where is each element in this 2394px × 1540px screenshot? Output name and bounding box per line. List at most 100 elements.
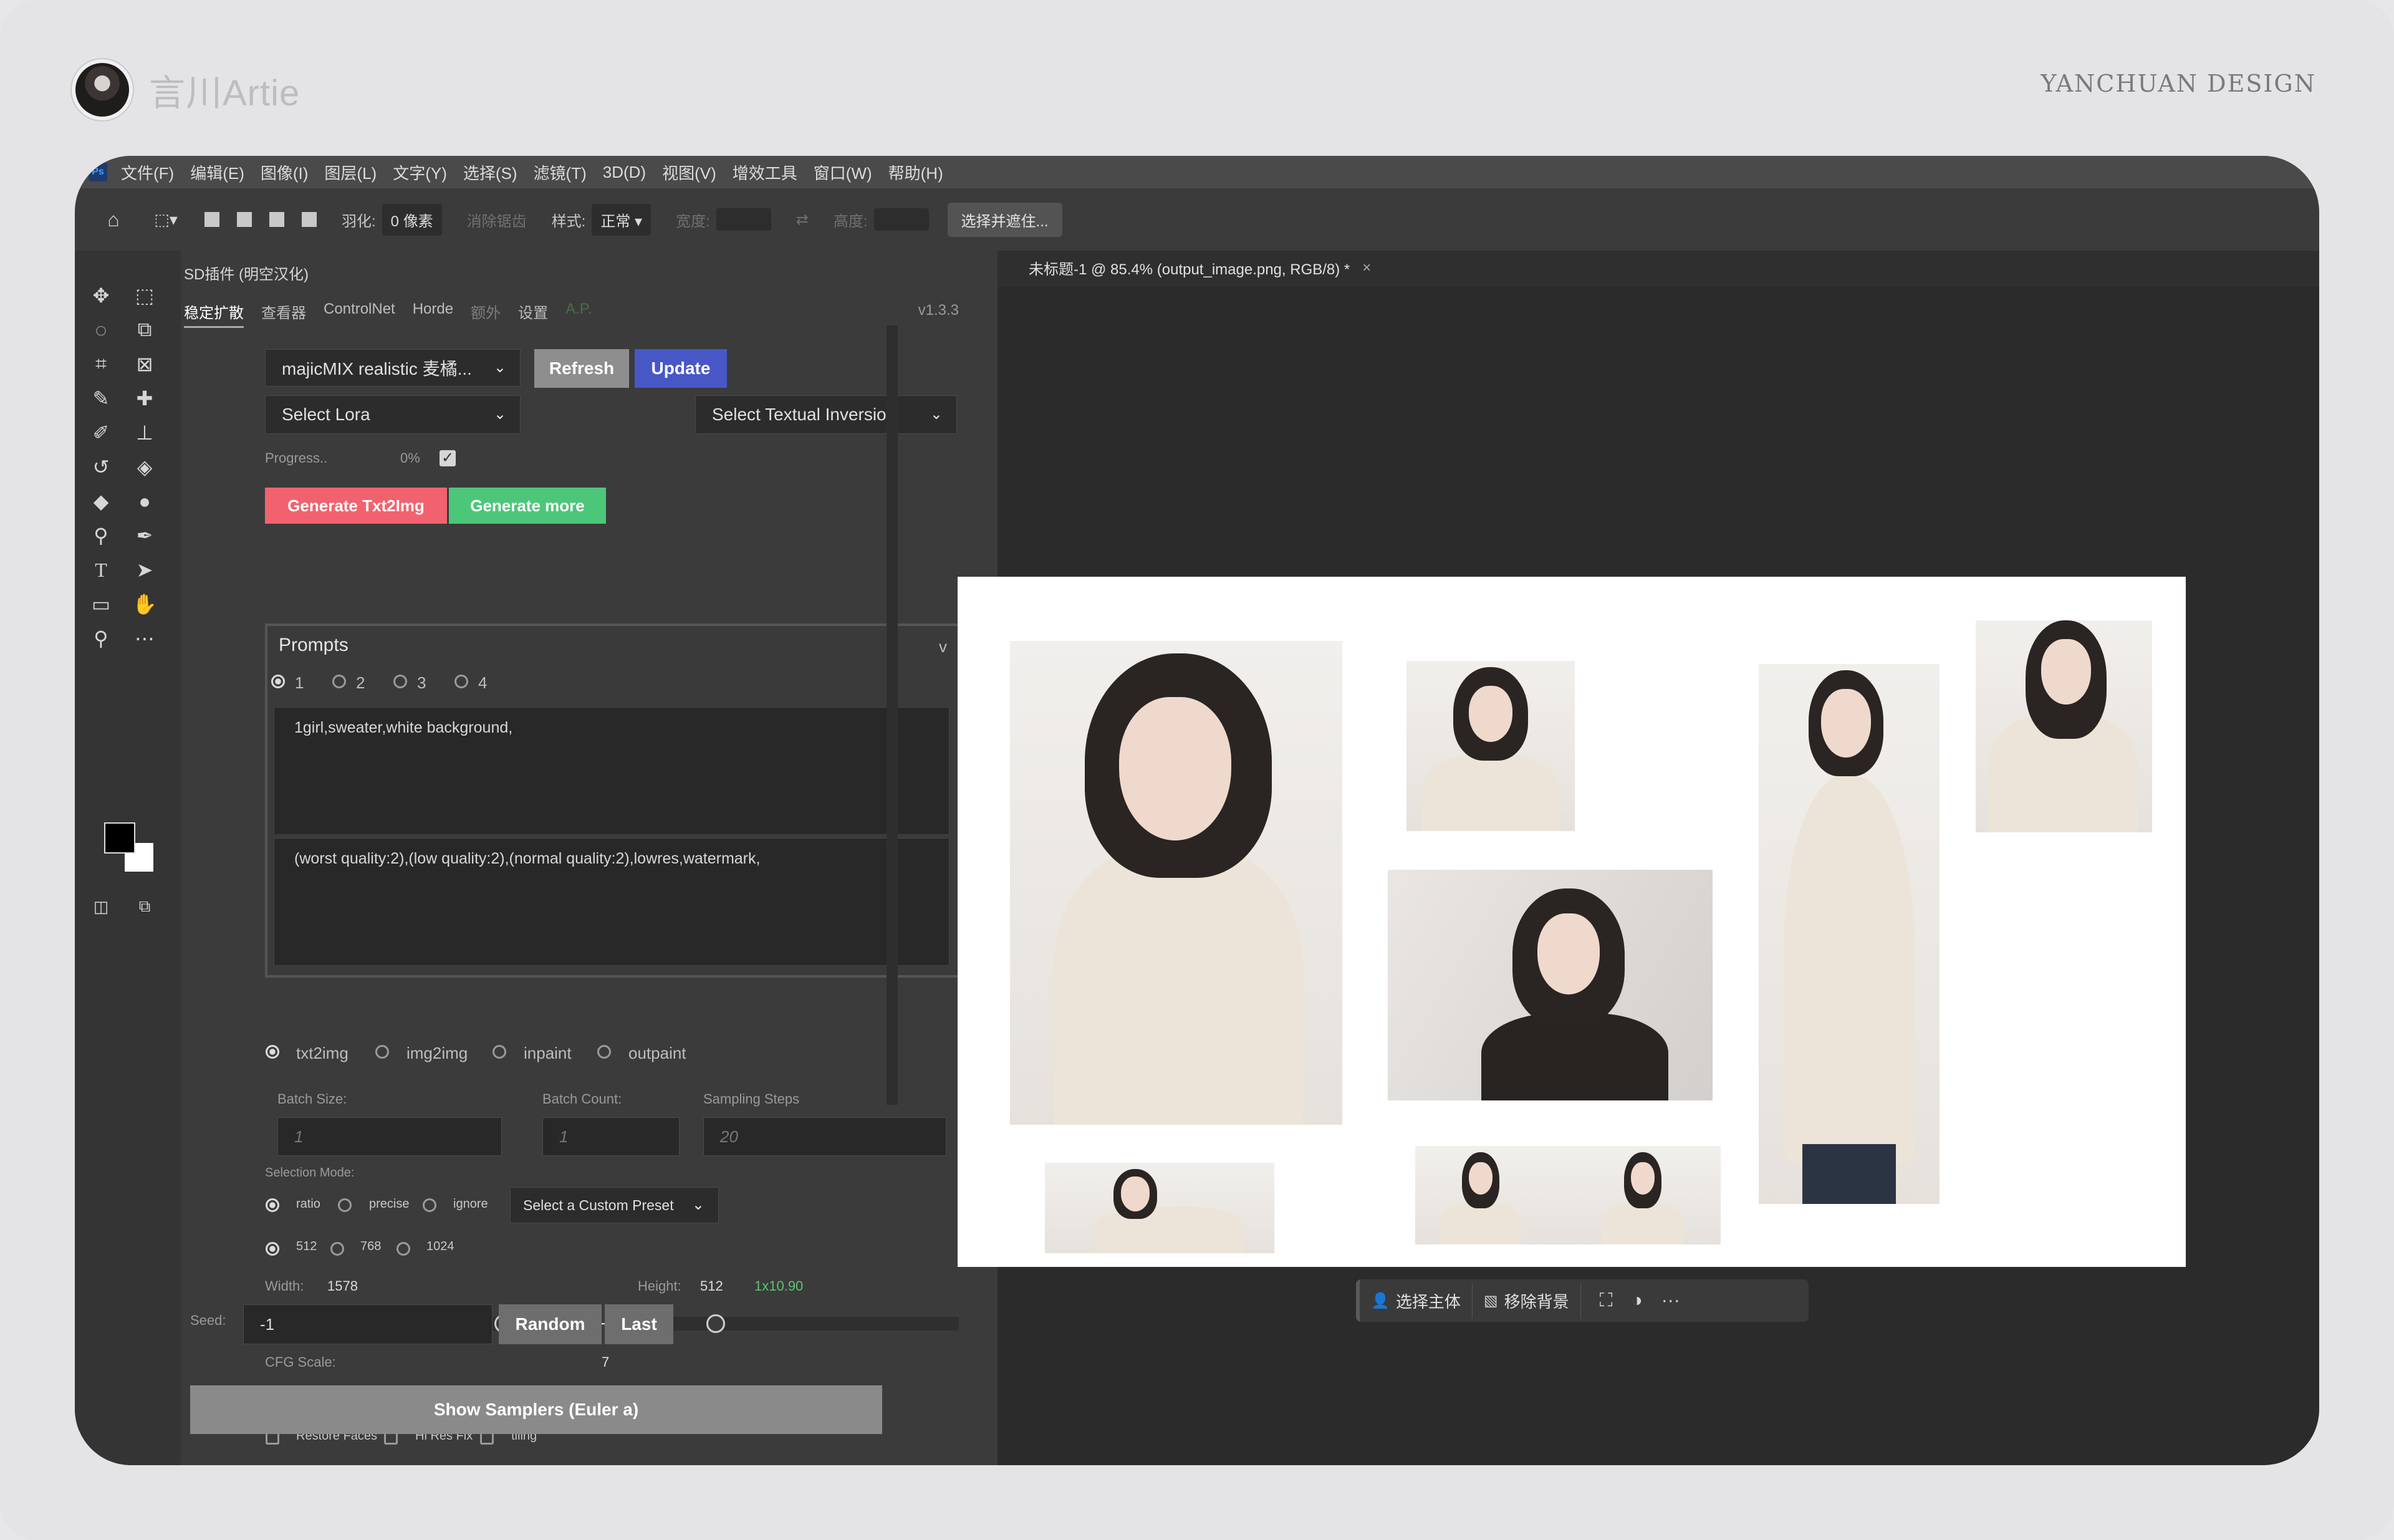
blur-tool-icon[interactable]: ● xyxy=(131,488,158,515)
menu-edit[interactable]: 编辑(E) xyxy=(190,161,244,184)
generated-image-4[interactable] xyxy=(1759,664,1940,1204)
move-tool-icon[interactable]: ✥ xyxy=(87,282,115,309)
panel-scrollbar[interactable] xyxy=(887,325,898,1105)
tab-stable-diffusion[interactable]: 稳定扩散 xyxy=(184,301,244,328)
generated-image-3[interactable] xyxy=(1388,870,1713,1100)
add-selection-icon[interactable] xyxy=(237,212,252,227)
progress-checkbox[interactable]: ✓ xyxy=(440,450,456,466)
healing-brush-icon[interactable]: ✚ xyxy=(131,385,158,412)
refresh-button[interactable]: Refresh xyxy=(534,349,629,388)
generated-image-2[interactable] xyxy=(1406,661,1575,831)
generate-txt2img-button[interactable]: Generate Txt2Img xyxy=(265,488,447,524)
crop-tool-icon[interactable]: ⌗ xyxy=(87,350,115,378)
mode-outpaint-radio[interactable] xyxy=(597,1045,611,1059)
swap-icon[interactable]: ⇄ xyxy=(796,211,809,229)
select-and-mask-button[interactable]: 选择并遮住... xyxy=(947,202,1062,237)
menu-type[interactable]: 文字(Y) xyxy=(393,161,447,184)
eraser-tool-icon[interactable]: ◈ xyxy=(131,453,158,481)
height-input[interactable] xyxy=(873,208,929,231)
generated-image-6[interactable] xyxy=(1045,1163,1274,1253)
height-slider-track[interactable] xyxy=(628,1317,959,1331)
brush-tool-icon[interactable]: ✐ xyxy=(87,419,115,446)
close-icon[interactable]: × xyxy=(1362,259,1371,277)
style-select[interactable]: 正常 ▾ xyxy=(592,203,651,236)
home-icon[interactable]: ⌂ xyxy=(100,206,127,233)
width-input[interactable] xyxy=(716,208,771,231)
foreground-color-swatch[interactable] xyxy=(104,822,135,854)
rectangle-tool-icon[interactable]: ▭ xyxy=(87,590,115,618)
tab-controlnet[interactable]: ControlNet xyxy=(324,301,395,328)
selection-ratio-radio[interactable] xyxy=(266,1198,279,1212)
mode-txt2img-radio[interactable] xyxy=(266,1045,279,1059)
tab-horde[interactable]: Horde xyxy=(413,301,453,328)
path-selection-icon[interactable]: ➤ xyxy=(131,556,158,584)
prompt-radio-1[interactable] xyxy=(271,675,285,688)
mode-inpaint-radio[interactable] xyxy=(493,1045,506,1059)
new-selection-icon[interactable] xyxy=(204,212,219,227)
negative-prompt-textarea[interactable]: (worst quality:2),(low quality:2),(norma… xyxy=(274,838,949,966)
tab-ap[interactable]: A.P. xyxy=(565,301,592,328)
zoom-tool-icon[interactable]: ⚲ xyxy=(87,625,115,652)
random-seed-button[interactable]: Random xyxy=(499,1304,602,1344)
object-selection-icon[interactable]: ⧉ xyxy=(131,316,158,344)
generated-image-7[interactable] xyxy=(1415,1146,1721,1244)
batch-count-input[interactable]: 1 xyxy=(542,1117,680,1156)
transform-icon[interactable]: ⛶ xyxy=(1600,1290,1613,1311)
menu-layer[interactable]: 图层(L) xyxy=(324,161,377,184)
selection-ignore-radio[interactable] xyxy=(423,1198,436,1212)
update-button[interactable]: Update xyxy=(635,349,727,388)
select-subject-button[interactable]: 👤 选择主体 xyxy=(1360,1283,1473,1319)
type-tool-icon[interactable]: T xyxy=(87,556,115,584)
show-samplers-button[interactable]: Show Samplers (Euler a) xyxy=(190,1385,882,1434)
quick-mask-icon[interactable]: ◫ xyxy=(87,893,115,920)
dodge-tool-icon[interactable]: ⚲ xyxy=(87,522,115,549)
menu-filter[interactable]: 滤镜(T) xyxy=(534,161,587,184)
more-tools-icon[interactable]: ⋯ xyxy=(131,625,158,652)
screen-mode-icon[interactable]: ⧉ xyxy=(131,893,158,920)
selection-precise-radio[interactable] xyxy=(338,1198,352,1212)
tab-extras[interactable]: 额外 xyxy=(471,301,501,328)
eyedropper-tool-icon[interactable]: ✎ xyxy=(87,385,115,412)
menu-view[interactable]: 视图(V) xyxy=(662,161,716,184)
more-options-icon[interactable]: ··· xyxy=(1661,1290,1680,1311)
size-512-radio[interactable] xyxy=(266,1242,279,1256)
menu-image[interactable]: 图像(I) xyxy=(261,161,309,184)
stamp-tool-icon[interactable]: ⊥ xyxy=(131,419,158,446)
menu-plugins[interactable]: 增效工具 xyxy=(733,161,797,184)
size-1024-radio[interactable] xyxy=(397,1242,410,1256)
tab-viewer[interactable]: 查看器 xyxy=(261,301,306,328)
menu-select[interactable]: 选择(S) xyxy=(463,161,517,184)
prompt-radio-4[interactable] xyxy=(454,675,468,688)
menu-file[interactable]: 文件(F) xyxy=(121,161,174,184)
pen-tool-icon[interactable]: ✒ xyxy=(131,522,158,549)
frame-tool-icon[interactable]: ⊠ xyxy=(131,350,158,378)
collapse-prompts-icon[interactable]: v xyxy=(939,637,947,657)
sampling-steps-input[interactable]: 20 xyxy=(703,1117,946,1156)
paint-bucket-icon[interactable]: ◆ xyxy=(87,488,115,515)
lasso-tool-icon[interactable]: ◌ xyxy=(87,316,115,344)
remove-background-button[interactable]: ▧ 移除背景 xyxy=(1473,1283,1581,1319)
prompt-radio-2[interactable] xyxy=(332,675,346,688)
antialias-checkbox[interactable]: 消除锯齿 xyxy=(467,209,527,231)
tab-settings[interactable]: 设置 xyxy=(518,301,548,328)
seed-input[interactable]: -1 xyxy=(243,1304,493,1344)
height-slider-knob[interactable] xyxy=(706,1314,725,1333)
prompt-radio-3[interactable] xyxy=(393,675,407,688)
model-select[interactable]: majicMIX realistic 麦橘... ⌄ xyxy=(265,349,521,387)
batch-size-input[interactable]: 1 xyxy=(277,1117,502,1156)
menu-help[interactable]: 帮助(H) xyxy=(888,161,943,184)
subtract-selection-icon[interactable] xyxy=(269,212,284,227)
marquee-options-icon[interactable]: ⬚▾ xyxy=(152,206,180,233)
history-brush-icon[interactable]: ↺ xyxy=(87,453,115,481)
artboard-tool-icon[interactable]: ⬚ xyxy=(131,282,158,309)
custom-preset-select[interactable]: Select a Custom Preset ⌄ xyxy=(510,1187,719,1223)
generate-more-button[interactable]: Generate more xyxy=(449,488,606,524)
adjustment-icon[interactable]: ◑ xyxy=(1632,1290,1643,1311)
lora-select[interactable]: Select Lora ⌄ xyxy=(265,395,521,434)
last-seed-button[interactable]: Last xyxy=(605,1304,673,1344)
document-tab[interactable]: 未标题-1 @ 85.4% (output_image.png, RGB/8) … xyxy=(1029,251,1371,285)
menu-3d[interactable]: 3D(D) xyxy=(603,163,646,182)
generated-image-1[interactable] xyxy=(1010,641,1342,1125)
mode-img2img-radio[interactable] xyxy=(375,1045,389,1059)
size-768-radio[interactable] xyxy=(330,1242,344,1256)
